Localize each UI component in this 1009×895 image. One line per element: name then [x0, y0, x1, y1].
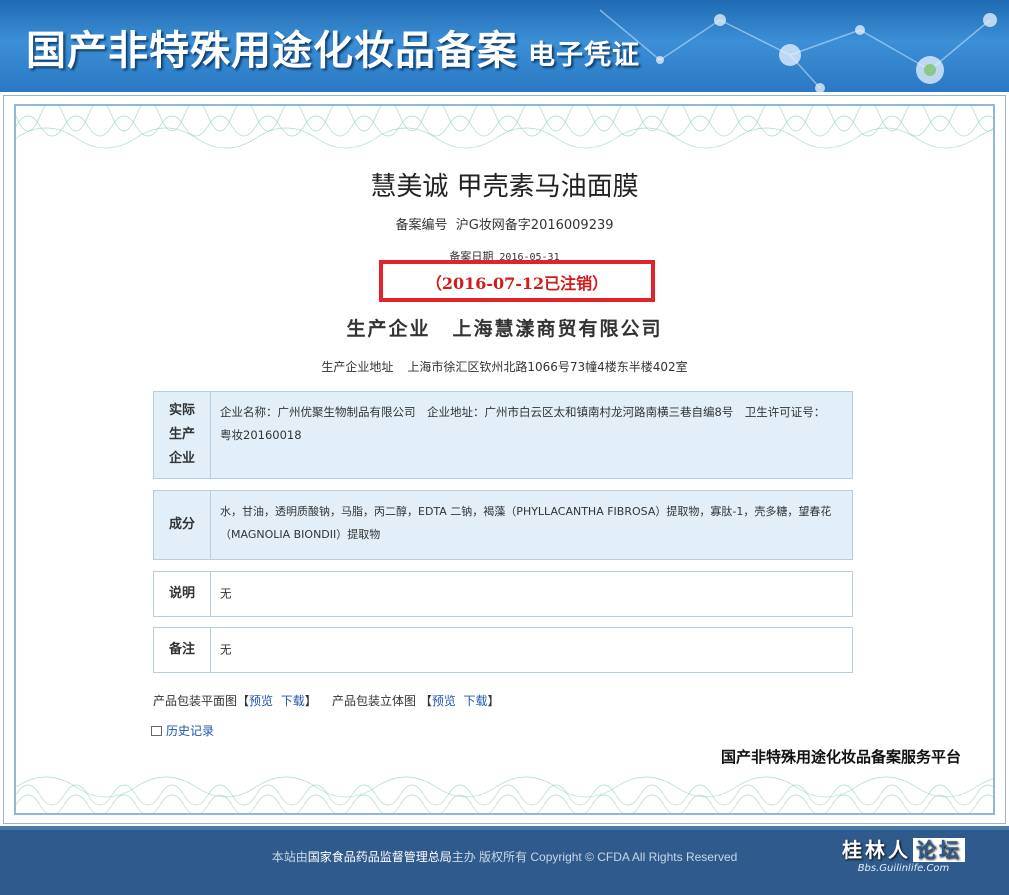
history-icon	[151, 726, 162, 736]
watermark-name-main: 桂林人	[842, 838, 911, 862]
banner-title-main: 国产非特殊用途化妆品备案	[26, 27, 518, 74]
certificate-outer-frame: 慧美诚 甲壳素马油面膜 备案编号 沪G妆网备字2016009239 备案日期 20…	[3, 95, 1006, 824]
banner-title-sub: 电子凭证	[528, 40, 640, 71]
packaging-links: 产品包装平面图【预览 下载】 产品包装立体图 【预览 下载】	[153, 694, 500, 708]
header-banner: 国产非特殊用途化妆品备案 电子凭证	[0, 0, 1009, 92]
ingredients-label: 成分	[154, 491, 211, 559]
registration-number-label: 备案编号	[395, 218, 448, 233]
actual-manufacturer-label: 实际 生产 企业	[154, 392, 211, 478]
guilloche-top-border	[16, 106, 993, 149]
manufacturer-name: 上海慧漾商贸有限公司	[452, 318, 663, 340]
footer: 本站由国家食品药品监督管理总局主办 版权所有 Copyright © CFDA …	[0, 826, 1009, 895]
flat-packaging-label: 产品包装平面图	[153, 694, 238, 708]
watermark-url: Bbs.Guilinlife.Com	[857, 863, 950, 874]
watermark-name: 桂林人 论坛	[842, 834, 965, 863]
cancellation-highlight-box: （2016-07-12已注销）	[379, 260, 655, 302]
guilloche-bottom-border	[16, 776, 993, 813]
footer-prefix: 本站由	[271, 850, 308, 864]
solid-download-link[interactable]: 下载	[464, 694, 488, 708]
banner-title: 国产非特殊用途化妆品备案 电子凭证	[26, 18, 640, 76]
solid-packaging-label: 产品包装立体图	[331, 694, 416, 708]
footer-organization: 国家食品药品监督管理总局	[307, 850, 452, 864]
actual-manufacturer-row: 实际 生产 企业 企业名称：广州优聚生物制品有限公司 企业地址：广州市白云区太和…	[153, 391, 853, 479]
description-row: 说明 无	[153, 571, 853, 617]
actual-manufacturer-text: 企业名称：广州优聚生物制品有限公司 企业地址：广州市白云区太和镇南村龙河路南横三…	[220, 405, 826, 442]
remarks-row: 备注 无	[153, 627, 853, 673]
registration-number-value: 沪G妆网备字2016009239	[455, 218, 614, 233]
ingredients-text: 水，甘油，透明质酸钠，马脂，丙二醇，EDTA 二钠，褐藻（PHYLLACANTH…	[220, 505, 832, 541]
flat-preview-link[interactable]: 预览	[249, 694, 273, 708]
cancellation-notice: （2016-07-12已注销）	[425, 274, 609, 293]
ingredients-row: 成分 水，甘油，透明质酸钠，马脂，丙二醇，EDTA 二钠，褐藻（PHYLLACA…	[153, 490, 853, 560]
watermark-name-box: 论坛	[913, 838, 965, 862]
description-label: 说明	[154, 572, 211, 616]
flat-download-link[interactable]: 下载	[281, 694, 305, 708]
manufacturer-address-label: 生产企业地址	[321, 360, 394, 374]
manufacturer-label: 生产企业	[346, 318, 431, 340]
product-name: 慧美诚 甲壳素马油面膜	[370, 172, 639, 202]
footer-suffix: 主办 版权所有 Copyright © CFDA All Rights Rese…	[451, 850, 738, 864]
manufacturer-address: 生产企业地址 上海市徐汇区钦州北路1066号73幢4楼东半楼402室	[16, 358, 993, 375]
certificate-frame: 慧美诚 甲壳素马油面膜 备案编号 沪G妆网备字2016009239 备案日期 20…	[14, 104, 995, 815]
solid-preview-link[interactable]: 预览	[432, 694, 456, 708]
manufacturer-address-value: 上海市徐汇区钦州北路1066号73幢4楼东半楼402室	[407, 360, 688, 374]
manufacturer: 生产企业 上海慧漾商贸有限公司	[16, 314, 993, 341]
remarks-label: 备注	[154, 628, 211, 672]
history-link[interactable]: 历史记录	[166, 724, 214, 738]
description-text: 无	[220, 586, 232, 601]
remarks-text: 无	[220, 642, 232, 657]
history-link-wrapper[interactable]: 历史记录	[151, 722, 214, 739]
registration-number: 备案编号 沪G妆网备字2016009239	[16, 214, 993, 233]
watermark: 桂林人 论坛 Bbs.Guilinlife.Com	[842, 834, 965, 874]
